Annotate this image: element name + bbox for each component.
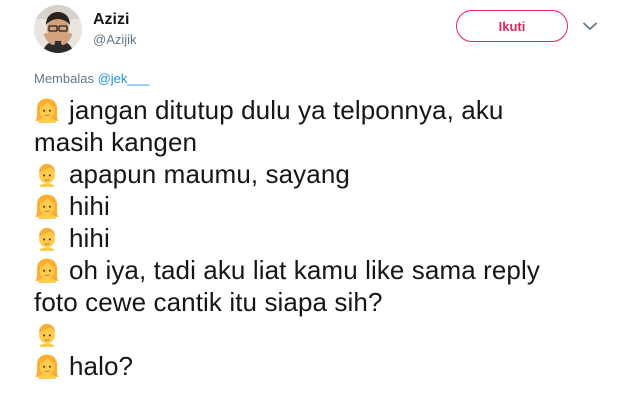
- tweet-line: hihi: [34, 190, 614, 222]
- tweet-line-text: jangan ditutup dulu ya telponnya, aku: [69, 95, 504, 125]
- follow-button[interactable]: Ikuti: [456, 10, 568, 42]
- boy-emoji-icon: [34, 160, 60, 188]
- tweet-line: apapun maumu, sayang: [34, 158, 614, 190]
- girl-emoji-icon: [34, 352, 60, 380]
- tweet-header: Azizi @Azijik Ikuti: [34, 0, 604, 60]
- handle[interactable]: @Azijik: [93, 31, 137, 49]
- tweet-line-text: apapun maumu, sayang: [69, 159, 350, 189]
- tweet-line-text: halo?: [69, 351, 134, 381]
- tweet-line-text: foto cewe cantik itu siapa sih?: [34, 287, 383, 317]
- tweet-line-text: hihi: [69, 223, 110, 253]
- tweet-line: hihi: [34, 222, 614, 254]
- boy-emoji-icon: [34, 320, 60, 348]
- tweet-line-text: hihi: [69, 191, 110, 221]
- tweet-line: jangan ditutup dulu ya telponnya, aku: [34, 94, 614, 126]
- boy-emoji-icon: [34, 224, 60, 252]
- chevron-down-icon[interactable]: [579, 15, 601, 37]
- display-name[interactable]: Azizi: [93, 10, 137, 29]
- tweet-line: halo?: [34, 350, 614, 382]
- girl-emoji-icon: [34, 256, 60, 284]
- avatar[interactable]: [34, 5, 82, 53]
- reply-mention-link[interactable]: @jek___: [98, 71, 150, 86]
- tweet-line: [34, 318, 614, 350]
- tweet-line-text: oh iya, tadi aku liat kamu like sama rep…: [69, 255, 540, 285]
- author-names: Azizi @Azijik: [93, 10, 137, 49]
- tweet-text: jangan ditutup dulu ya telponnya, aku mas…: [34, 94, 614, 382]
- girl-emoji-icon: [34, 192, 60, 220]
- tweet-line-text: masih kangen: [34, 127, 198, 157]
- tweet-line: foto cewe cantik itu siapa sih?: [34, 286, 614, 318]
- girl-emoji-icon: [34, 96, 60, 124]
- tweet-line: oh iya, tadi aku liat kamu like sama rep…: [34, 254, 614, 286]
- profile-photo-icon: [34, 5, 82, 53]
- reply-prefix: Membalas: [34, 71, 94, 86]
- reply-context: Membalas @jek___: [34, 70, 149, 87]
- tweet-line: masih kangen: [34, 126, 614, 158]
